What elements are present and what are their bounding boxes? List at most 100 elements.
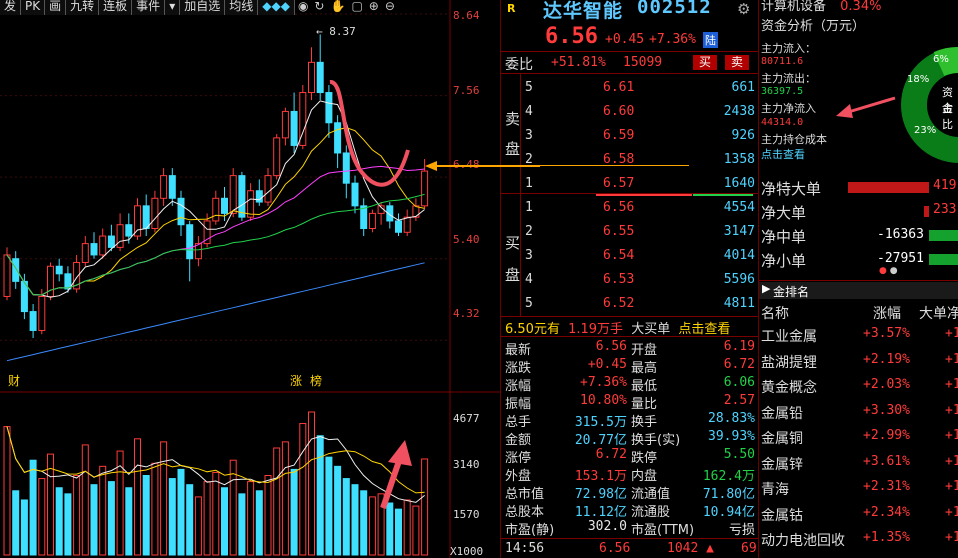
toolbar-item-draw[interactable]: 画 — [45, 0, 67, 15]
toolbar-item-pk[interactable]: PK — [21, 0, 46, 15]
sector-name: 动力电池回收 — [761, 533, 845, 549]
bid-row[interactable]: 3 6.54 4014 — [501, 244, 759, 268]
volume-bar — [334, 465, 342, 556]
ask-row[interactable]: 4 6.60 2438 — [501, 100, 759, 124]
ask-row[interactable]: 3 6.59 926 — [501, 124, 759, 148]
toolbar-item-event[interactable]: 事件 — [132, 0, 166, 15]
fund-title: 资金分析（万元） — [761, 19, 866, 34]
sector-row[interactable]: 动力电池回收 +1.35% +1 — [759, 526, 958, 551]
bid-level: 5 — [525, 296, 533, 311]
sell-button[interactable]: 卖 — [725, 55, 750, 70]
cost-link[interactable]: 点击查看 — [761, 146, 805, 162]
candlestick-svg[interactable] — [0, 0, 500, 558]
stat-value: +7.36% — [580, 375, 627, 390]
high-price-label: ← 8.37 — [316, 25, 356, 38]
volume-bar — [221, 487, 228, 556]
volume-bar — [290, 468, 298, 556]
candle-body — [55, 265, 63, 275]
big-order-link[interactable]: 点击查看 — [678, 322, 730, 337]
flow-label: 净中单 — [761, 228, 807, 246]
volume-bar — [12, 490, 20, 556]
bid-price: 6.54 — [603, 248, 635, 263]
stat-value: 28.83% — [708, 411, 755, 426]
gear-icon[interactable]: ⚙ — [737, 0, 750, 18]
bid-row[interactable]: 2 6.55 3147 — [501, 220, 759, 244]
sector-row[interactable]: 金属铅 +3.30% +1 — [759, 399, 958, 424]
event-marker-bang[interactable]: 榜 — [310, 372, 322, 389]
zoom-in-icon[interactable]: ⊕ — [366, 0, 382, 15]
flow-page-dots[interactable]: ● ● — [879, 266, 898, 276]
sector-row[interactable]: 金属锌 +3.61% +1 — [759, 450, 958, 475]
candle-body — [99, 235, 107, 256]
sector-tab[interactable]: 金排名 — [773, 283, 809, 300]
sector-row[interactable]: 黄金概念 +2.03% +1 — [759, 373, 958, 398]
sector-extra: +1 — [945, 530, 958, 545]
sector-row[interactable]: 工业金属 +3.57% +1 — [759, 322, 958, 347]
eye-icon[interactable]: ◉ — [295, 0, 311, 15]
tick-time: 14:56 — [505, 541, 545, 556]
volume-bar — [55, 487, 63, 556]
volume-tick: 3140 — [453, 458, 480, 471]
board-tag: 陆 — [703, 32, 718, 48]
toolbar-item-lianban[interactable]: 连板 — [99, 0, 133, 15]
candle-body — [351, 182, 359, 207]
toolbar-dropdown-icon[interactable]: ▾ — [165, 0, 181, 15]
event-marker-zhang[interactable]: 涨 — [290, 372, 302, 389]
stat-value: 10.80% — [580, 393, 627, 408]
volume-bar — [168, 478, 176, 556]
volume-bar — [64, 493, 72, 556]
refresh-icon[interactable]: ↻ — [311, 0, 327, 15]
sector-col-big[interactable]: 大单净 — [919, 303, 958, 323]
kline-chart[interactable] — [0, 0, 500, 558]
stat-value: 2.57 — [723, 393, 755, 408]
sector-row[interactable]: 金属铜 +2.99% +1 — [759, 424, 958, 449]
moving-average-button[interactable]: 均线 — [225, 0, 259, 15]
candle-body — [177, 197, 185, 226]
sector-header: 名称 涨幅 大单净 — [759, 300, 958, 322]
sector-col-name[interactable]: 名称 — [761, 303, 789, 323]
bid-row[interactable]: 1 6.56 4554 — [501, 196, 759, 220]
zoom-out-icon[interactable]: ⊖ — [382, 0, 398, 15]
sector-name: 盐湖提锂 — [761, 354, 817, 371]
candle-body — [116, 224, 124, 248]
buy-button[interactable]: 买 — [693, 55, 718, 70]
square-icon[interactable]: ▢ — [348, 0, 365, 15]
sector-pct: +2.99% — [863, 428, 910, 443]
sector-row[interactable]: 盐湖提锂 +2.19% +1 — [759, 348, 958, 373]
candle-body — [168, 175, 176, 199]
toolbar-item-jiuzhuan[interactable]: 九转 — [66, 0, 100, 15]
stat-value: 亏损 — [728, 523, 755, 538]
page-dot-icon[interactable]: ● — [890, 266, 898, 276]
ask-row[interactable]: 5 6.61 661 — [501, 76, 759, 100]
sector-extra: +1 — [945, 504, 958, 520]
volume-bar — [273, 447, 281, 556]
ask-price: 6.57 — [603, 176, 635, 191]
ask-row[interactable]: 2 6.58 1358 — [501, 148, 759, 172]
sector-row[interactable]: 金属钴 +2.34% +1 — [759, 501, 958, 526]
outflow-value: 36397.5 — [761, 86, 804, 97]
sector-name: 金属铜 — [761, 431, 803, 447]
candle-body — [308, 61, 315, 94]
sector-row[interactable]: 青海 +2.31% +1 — [759, 475, 958, 500]
tick-price: 6.56 — [599, 541, 631, 556]
sector-name: 金属铅 — [761, 405, 803, 422]
ask-level: 4 — [525, 104, 533, 119]
volume-bar — [38, 478, 46, 556]
bid-row[interactable]: 4 6.53 5596 — [501, 268, 759, 292]
stat-row: 振幅 10.80% 量比 2.57 — [501, 392, 759, 412]
bid-row[interactable]: 5 6.52 4811 — [501, 292, 759, 316]
top-sector-row[interactable]: 计算机设备 0.34% — [761, 0, 881, 14]
hand-icon[interactable]: ✋ — [327, 0, 348, 15]
add-watchlist-button[interactable]: 加自选 — [180, 0, 226, 15]
page-dot-icon[interactable]: ● — [879, 266, 887, 276]
fund-panel: 计算机设备 0.34% 资金分析（万元） 主力流入： 80711.6 主力流出：… — [758, 0, 958, 558]
toolbar-item-fa[interactable]: 发 — [0, 0, 22, 15]
sector-tab-bar[interactable]: ▶ 金排名 — [759, 282, 958, 299]
sector-col-pct[interactable]: 涨幅 — [873, 303, 901, 323]
diamond-markers[interactable]: ◆◆◆ — [258, 0, 295, 15]
stat-value: 6.19 — [723, 339, 755, 354]
up-arrow-icon: ▲ — [698, 541, 714, 556]
volume-bar — [99, 465, 107, 556]
event-marker-cai[interactable]: 财 — [8, 372, 20, 389]
big-order-row: 6.50元有 1.19万手 大买单 点击查看 — [505, 318, 730, 337]
